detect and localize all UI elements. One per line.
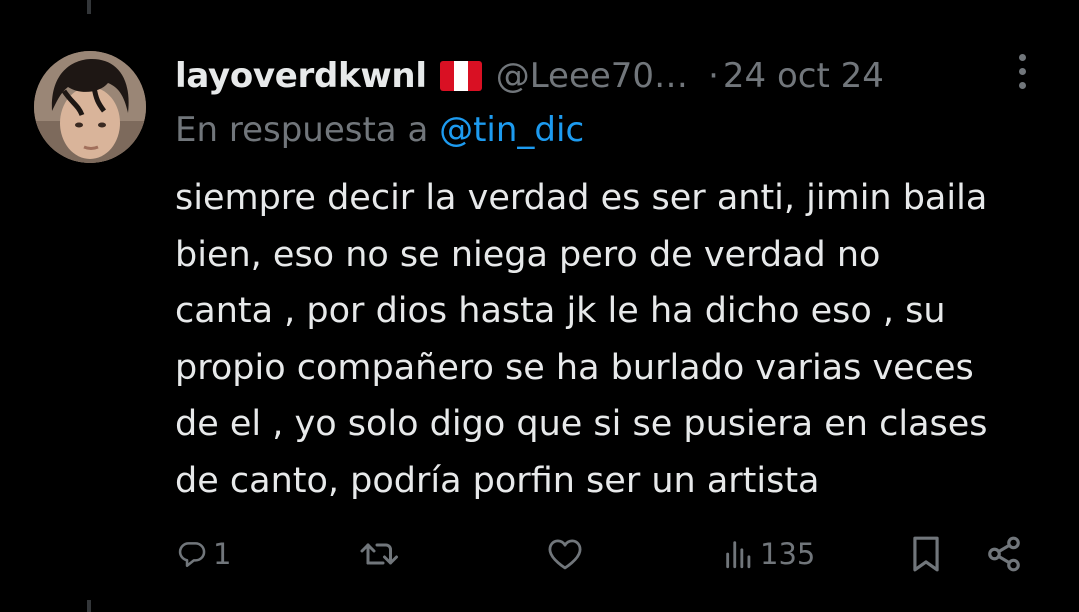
action-bar: 1 135 (0, 528, 1079, 580)
reply-context: En respuesta a @tin_dic (175, 110, 584, 150)
tweet-text-line: de canto, podría porfin ser un artista (175, 460, 820, 501)
author-display-name[interactable]: layoverdkwnl (175, 56, 427, 96)
separator-dot: · (708, 56, 719, 96)
bookmark-icon (913, 536, 939, 572)
bookmark-button[interactable] (909, 528, 943, 580)
like-button[interactable] (546, 528, 584, 580)
share-button[interactable] (985, 528, 1023, 580)
views-count: 135 (760, 537, 816, 571)
tweet-text-line: siempre decir la verdad es ser anti, jim… (175, 178, 988, 218)
tweet-text: siempre decir la verdad es ser anti, jim… (175, 170, 1055, 509)
avatar-image (34, 51, 146, 163)
tweet-header: layoverdkwnl @Leee70… · 24 oct 24 (175, 50, 884, 102)
peru-flag-icon (439, 61, 482, 91)
reply-count: 1 (213, 537, 232, 571)
reply-prefix: En respuesta a (175, 110, 440, 150)
retweet-button[interactable] (359, 528, 401, 580)
author-handle[interactable]: @Leee70… (496, 56, 688, 96)
reply-button[interactable]: 1 (175, 528, 231, 580)
retweet-icon (360, 543, 398, 565)
more-options-icon[interactable] (1011, 52, 1035, 92)
tweet-text-line: canta , por dios hasta jk le ha dicho es… (175, 291, 946, 331)
reply-icon (178, 542, 206, 568)
views-button[interactable]: 135 (722, 528, 815, 580)
thread-line-top (87, 0, 91, 14)
share-icon (988, 536, 1020, 572)
tweet-text-line: bien, eso no se niega pero de verdad no (175, 234, 881, 275)
tweet-text-line: propio compañero se ha burlado varias ve… (175, 347, 974, 388)
heart-icon (548, 539, 582, 570)
tweet-date[interactable]: 24 oct 24 (723, 56, 884, 96)
tweet-text-line: de el , yo solo digo que si se pusiera e… (175, 404, 988, 444)
views-icon (726, 541, 751, 569)
reply-mention-link[interactable]: @tin_dic (439, 110, 584, 150)
avatar[interactable] (34, 51, 146, 163)
thread-line-bottom (87, 600, 91, 612)
